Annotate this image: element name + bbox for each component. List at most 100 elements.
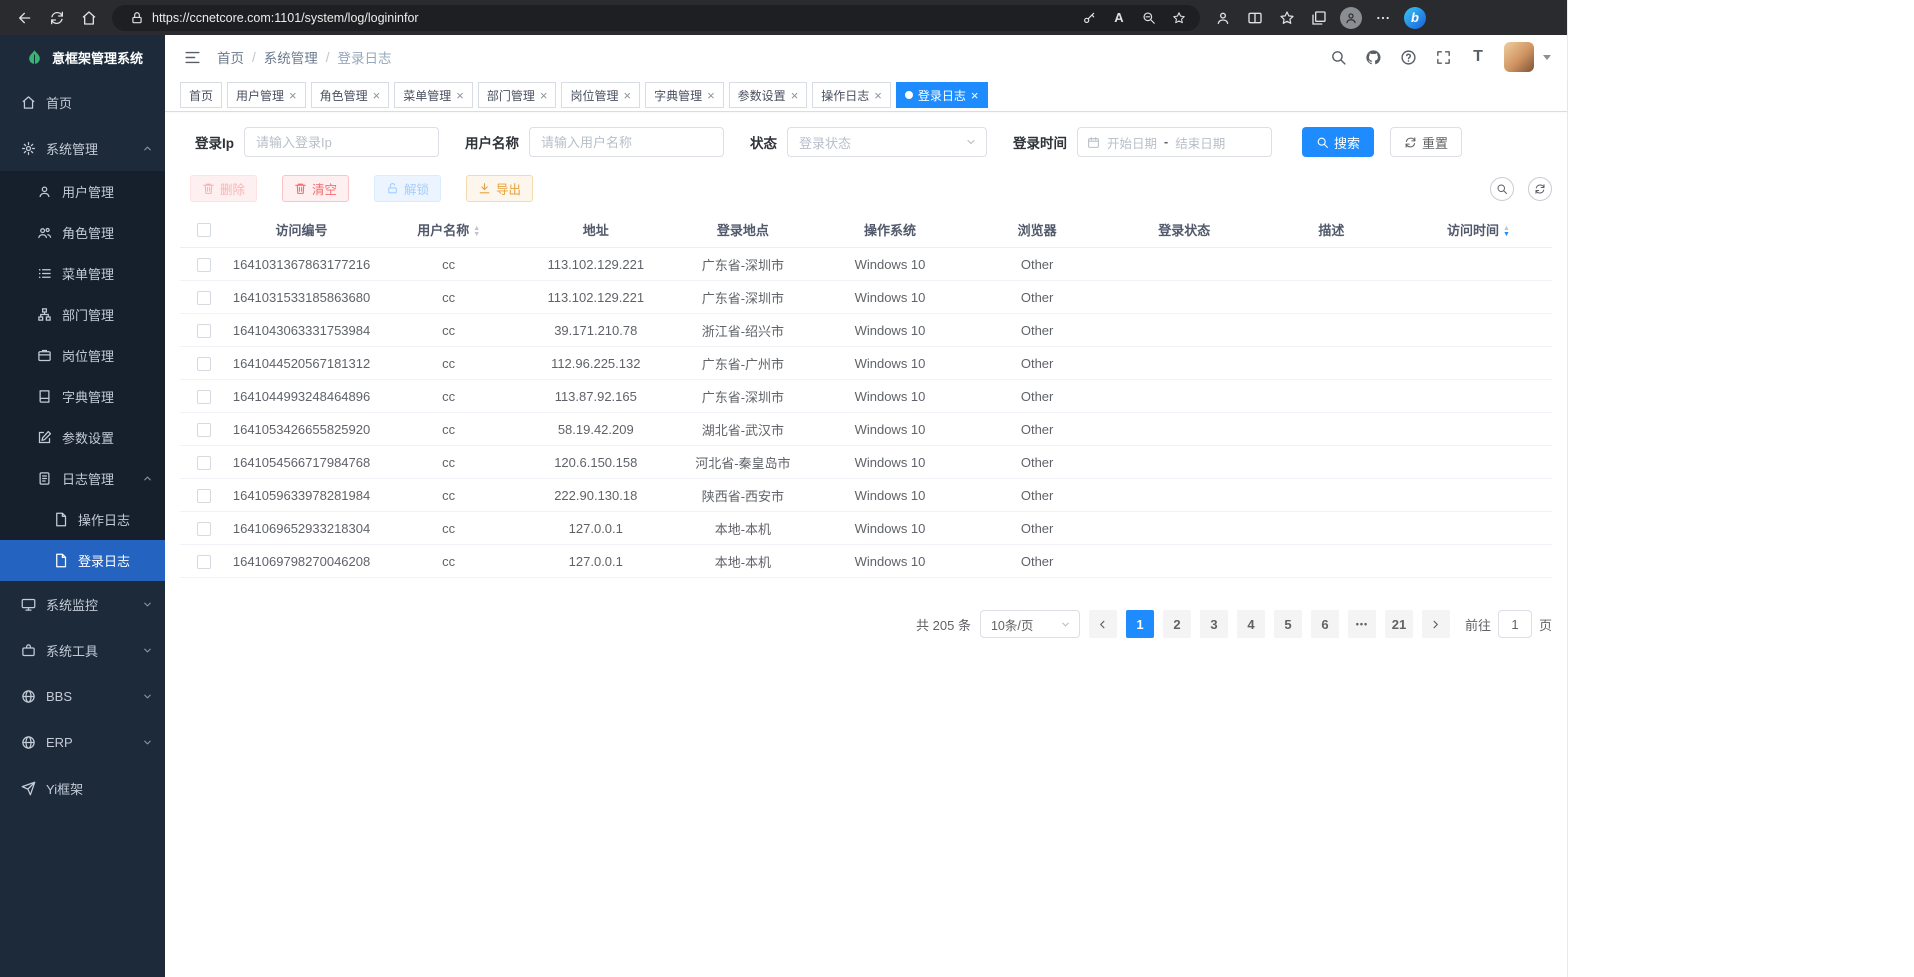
status-select[interactable]: 登录状态 (787, 127, 987, 157)
browser-address-bar[interactable]: https://ccnetcore.com:1101/system/log/lo… (112, 5, 1200, 31)
sidebar-item-system[interactable]: 系统管理 (0, 125, 165, 171)
sidebar-item-yi[interactable]: Yi框架 (0, 765, 165, 811)
close-icon[interactable]: × (456, 89, 464, 102)
row-checkbox[interactable] (197, 456, 211, 470)
browser-settings-menu-icon[interactable] (1368, 4, 1398, 32)
row-checkbox[interactable] (197, 324, 211, 338)
row-checkbox[interactable] (197, 489, 211, 503)
page-button-1[interactable]: 1 (1126, 610, 1154, 638)
goto-page-input[interactable] (1498, 610, 1532, 638)
breadcrumb-item[interactable]: 首页 (217, 47, 244, 67)
close-icon[interactable]: × (791, 89, 799, 102)
delete-button[interactable]: 删除 (190, 175, 257, 202)
date-range-picker[interactable]: 开始日期 - 结束日期 (1077, 127, 1272, 157)
page-size-select[interactable]: 10条/页 (980, 610, 1080, 638)
tab-user-mgmt[interactable]: 用户管理 × (227, 82, 306, 108)
page-button-5[interactable]: 5 (1274, 610, 1302, 638)
sidebar-item-param[interactable]: 参数设置 (0, 417, 165, 458)
row-checkbox[interactable] (197, 258, 211, 272)
sidebar-item-dict[interactable]: 字典管理 (0, 376, 165, 417)
col-address[interactable]: 地址 (522, 220, 669, 239)
read-aloud-icon[interactable]: A (1104, 4, 1134, 32)
page-button-2[interactable]: 2 (1163, 610, 1191, 638)
browser-refresh-button[interactable] (42, 4, 72, 32)
col-location[interactable]: 登录地点 (669, 220, 816, 239)
sidebar-item-bbs[interactable]: BBS (0, 673, 165, 719)
tab-dict-mgmt[interactable]: 字典管理 × (645, 82, 724, 108)
end-date-placeholder[interactable]: 结束日期 (1175, 133, 1225, 152)
tab-home[interactable]: 首页 (180, 82, 222, 108)
col-visit-id[interactable]: 访问编号 (228, 220, 375, 239)
search-button[interactable]: 搜索 (1302, 127, 1374, 157)
row-checkbox[interactable] (197, 390, 211, 404)
close-icon[interactable]: × (623, 89, 631, 102)
tab-menu-mgmt[interactable]: 菜单管理 × (394, 82, 473, 108)
sidebar-item-monitor[interactable]: 系统监控 (0, 581, 165, 627)
browser-profile-avatar[interactable] (1336, 4, 1366, 32)
tab-login-log[interactable]: 登录日志 × (896, 82, 988, 108)
site-lock-icon[interactable] (122, 4, 152, 32)
login-ip-input[interactable] (244, 127, 439, 157)
prev-page-button[interactable] (1089, 610, 1117, 638)
close-icon[interactable]: × (971, 89, 979, 102)
sidebar-item-user[interactable]: 用户管理 (0, 171, 165, 212)
breadcrumb-item[interactable]: 系统管理 (264, 47, 318, 67)
col-status[interactable]: 登录状态 (1111, 220, 1258, 239)
row-checkbox[interactable] (197, 555, 211, 569)
copilot-bing-icon[interactable]: b (1400, 4, 1430, 32)
sidebar-item-tool[interactable]: 系统工具 (0, 627, 165, 673)
unlock-button[interactable]: 解锁 (374, 175, 441, 202)
col-time[interactable]: 访问时间▲▼ (1405, 220, 1552, 239)
close-icon[interactable]: × (540, 89, 548, 102)
favorites-bar-icon[interactable] (1272, 4, 1302, 32)
row-checkbox[interactable] (197, 423, 211, 437)
user-avatar[interactable] (1504, 42, 1534, 72)
help-icon[interactable] (1399, 48, 1417, 66)
sidebar-item-menu[interactable]: 菜单管理 (0, 253, 165, 294)
sidebar-item-home[interactable]: 首页 (0, 79, 165, 125)
refresh-table-button[interactable] (1528, 177, 1552, 201)
sidebar-fold-icon[interactable] (181, 46, 203, 68)
tab-role-mgmt[interactable]: 角色管理 × (311, 82, 390, 108)
page-button-6[interactable]: 6 (1311, 610, 1339, 638)
fullscreen-icon[interactable] (1434, 48, 1452, 66)
sidebar-item-log[interactable]: 日志管理 (0, 458, 165, 499)
col-browser[interactable]: 浏览器 (964, 220, 1111, 239)
sidebar-item-post[interactable]: 岗位管理 (0, 335, 165, 376)
page-button-4[interactable]: 4 (1237, 610, 1265, 638)
row-checkbox[interactable] (197, 291, 211, 305)
sort-carets-icon[interactable]: ▲▼ (473, 226, 480, 238)
next-page-button[interactable] (1422, 610, 1450, 638)
sidebar-item-loginlog[interactable]: 登录日志 (0, 540, 165, 581)
clear-button[interactable]: 清空 (282, 175, 349, 202)
url-text[interactable]: https://ccnetcore.com:1101/system/log/lo… (152, 11, 1074, 25)
close-icon[interactable]: × (373, 89, 381, 102)
sort-carets-icon[interactable]: ▲▼ (1503, 226, 1510, 238)
extensions-icon[interactable] (1208, 4, 1238, 32)
reset-button[interactable]: 重置 (1390, 127, 1462, 157)
sidebar-item-erp[interactable]: ERP (0, 719, 165, 765)
tab-param-settings[interactable]: 参数设置 × (729, 82, 808, 108)
export-button[interactable]: 导出 (466, 175, 533, 202)
col-user-name[interactable]: 用户名称▲▼ (375, 220, 522, 239)
password-key-icon[interactable] (1074, 4, 1104, 32)
close-icon[interactable]: × (289, 89, 297, 102)
start-date-placeholder[interactable]: 开始日期 (1107, 133, 1157, 152)
close-icon[interactable]: × (874, 89, 882, 102)
row-checkbox[interactable] (197, 522, 211, 536)
row-checkbox[interactable] (197, 357, 211, 371)
col-desc[interactable]: 描述 (1258, 220, 1405, 239)
split-screen-icon[interactable] (1240, 4, 1270, 32)
favorite-star-icon[interactable] (1164, 4, 1194, 32)
github-icon[interactable] (1364, 48, 1382, 66)
browser-back-button[interactable] (10, 4, 40, 32)
user-name-input[interactable] (529, 127, 724, 157)
close-icon[interactable]: × (707, 89, 715, 102)
header-search-icon[interactable] (1329, 48, 1347, 66)
tab-dept-mgmt[interactable]: 部门管理 × (478, 82, 557, 108)
zoom-out-icon[interactable] (1134, 4, 1164, 32)
tab-oper-log[interactable]: 操作日志 × (812, 82, 891, 108)
avatar-caret-down-icon[interactable] (1543, 55, 1551, 60)
tab-post-mgmt[interactable]: 岗位管理 × (561, 82, 640, 108)
more-pages-button[interactable]: ••• (1348, 610, 1376, 638)
